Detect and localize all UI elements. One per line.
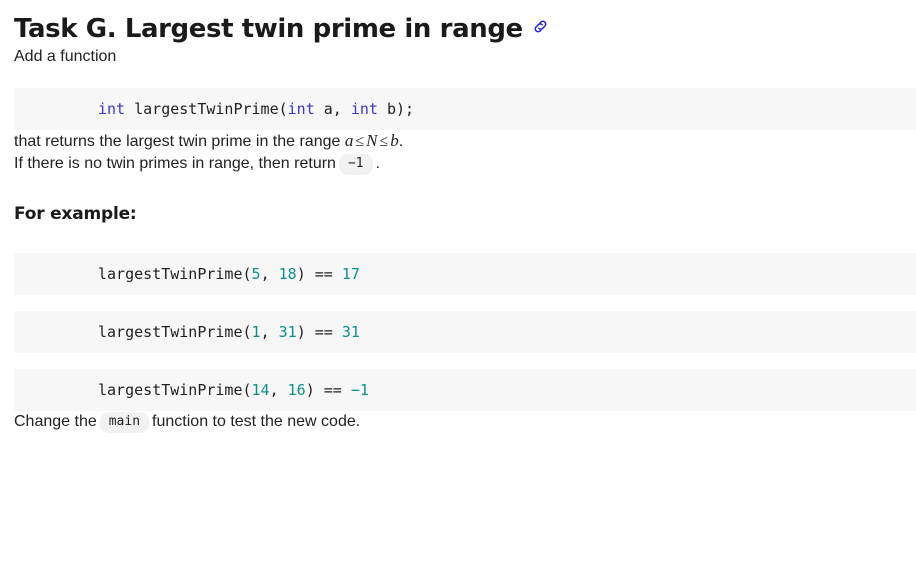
example-operator: == <box>305 265 342 283</box>
example-comma: , <box>260 323 279 341</box>
example-code-block-1: largestTwinPrime(5, 18) == 17 <box>14 253 916 295</box>
example-arg-2: 16 <box>287 381 306 399</box>
example-result: 17 <box>341 265 360 283</box>
math-rel-second: ≤ <box>379 133 389 150</box>
example-operator: == <box>305 323 342 341</box>
example-paren-close: ) <box>296 265 306 283</box>
example-paren-close: ) <box>305 381 315 399</box>
example-paren-open: ( <box>242 265 252 283</box>
example-comma: , <box>260 265 279 283</box>
add-function-text: Add a function <box>14 48 117 65</box>
example-paren-close: ) <box>296 323 306 341</box>
example-arg-1: 1 <box>251 323 261 341</box>
example-code-block-2: largestTwinPrime(1, 31) == 31 <box>14 311 916 353</box>
page-title-text: Task G. Largest twin prime in range <box>14 14 523 44</box>
example-function-name: largestTwinPrime <box>98 381 243 399</box>
example-result: 31 <box>341 323 360 341</box>
returns-description-text: that returns the largest twin prime in t… <box>0 130 916 153</box>
link-icon[interactable] <box>532 18 549 35</box>
no-twin-prime-text: If there is no twin primes in range, the… <box>0 153 916 175</box>
example-result: −1 <box>350 381 369 399</box>
example-comma: , <box>269 381 288 399</box>
example-code-block-3: largestTwinPrime(14, 16) == −1 <box>14 369 916 411</box>
example-arg-2: 31 <box>278 323 297 341</box>
example-arg-1: 5 <box>251 265 261 283</box>
math-rel-first: ≤ <box>355 133 365 150</box>
inline-code-minus-one: −1 <box>338 154 373 175</box>
paren-open: ( <box>278 100 288 118</box>
param-b: b <box>377 100 397 118</box>
closing-prefix: Change the <box>14 413 97 430</box>
returns-prefix: that returns the largest twin prime in t… <box>14 133 345 150</box>
keyword-int-return: int <box>98 100 126 118</box>
for-example-subtitle: For example: <box>14 204 137 224</box>
function-signature-code-block: int largestTwinPrime(int a, int b); <box>14 88 916 130</box>
keyword-int-param-b: int <box>350 100 378 118</box>
no-twin-prefix: If there is no twin primes in range, the… <box>14 155 336 172</box>
math-var-n: N <box>366 131 378 150</box>
example-arg-2: 18 <box>278 265 297 283</box>
paren-close-semicolon: ); <box>396 100 415 118</box>
example-paren-open: ( <box>242 381 252 399</box>
closing-suffix: function to test the new code. <box>152 413 361 430</box>
page-title: Task G. Largest twin prime in range <box>0 0 916 46</box>
example-paren-open: ( <box>242 323 252 341</box>
sentence-period: . <box>398 133 404 150</box>
param-a: a, <box>314 100 342 118</box>
inline-code-main: main <box>99 412 150 433</box>
example-arg-1: 14 <box>251 381 270 399</box>
example-function-name: largestTwinPrime <box>98 323 243 341</box>
no-twin-suffix: . <box>375 155 381 172</box>
keyword-int-param-a: int <box>287 100 315 118</box>
task-description-page: Task G. Largest twin prime in range Add … <box>0 0 916 582</box>
example-function-name: largestTwinPrime <box>98 265 243 283</box>
math-var-b: b <box>390 131 399 150</box>
function-name: largestTwinPrime <box>134 100 279 118</box>
closing-instruction-text: Change the main function to test the new c… <box>0 411 916 433</box>
example-operator: == <box>314 381 351 399</box>
